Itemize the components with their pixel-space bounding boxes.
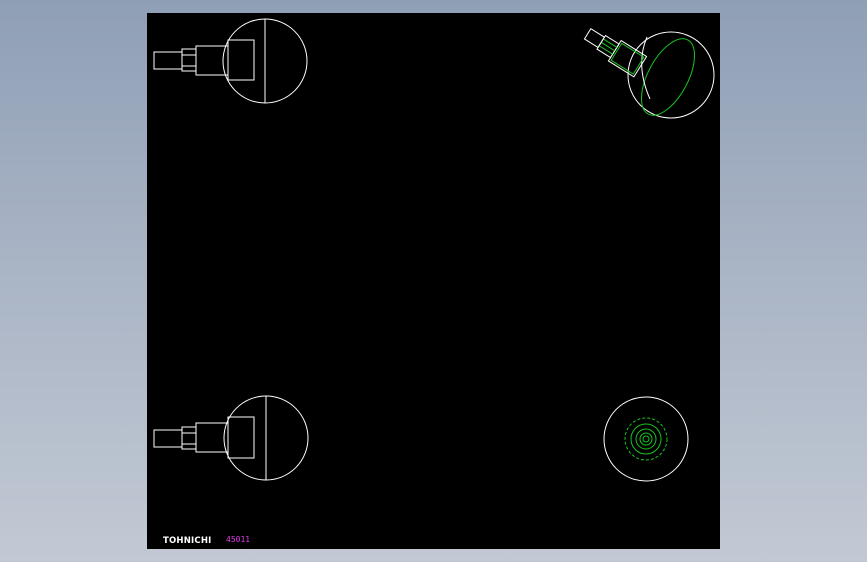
model-label: 45011	[226, 535, 250, 544]
hidden-circle	[639, 432, 653, 446]
iso-thread	[600, 41, 616, 52]
iso-thread	[603, 38, 618, 48]
knob-outline	[603, 396, 689, 482]
brand-label: TOHNICHI	[163, 536, 212, 546]
hidden-circle	[642, 435, 650, 443]
stem-collar	[227, 416, 255, 459]
cad-drawing: TOHNICHI 45011	[153, 18, 715, 546]
view-top-left	[153, 18, 308, 104]
stem-tip	[153, 51, 183, 70]
stem-nut	[181, 426, 197, 450]
stem-collar	[227, 39, 255, 81]
stem-nut	[181, 48, 197, 72]
view-top-right-isometric	[583, 28, 715, 119]
iso-stem	[583, 28, 648, 78]
iso-thread	[598, 45, 613, 55]
knob-rim-hidden	[641, 38, 695, 116]
cad-viewport[interactable]: TOHNICHI 45011	[147, 13, 720, 549]
view-bottom-right-end	[603, 396, 689, 482]
view-bottom-left	[153, 395, 309, 481]
iso-tip	[583, 28, 606, 49]
stem-tip	[153, 429, 183, 448]
knob-outline	[627, 31, 715, 119]
knob-split-arc	[641, 36, 651, 100]
hidden-circle	[635, 428, 657, 450]
stem-body	[195, 422, 229, 453]
